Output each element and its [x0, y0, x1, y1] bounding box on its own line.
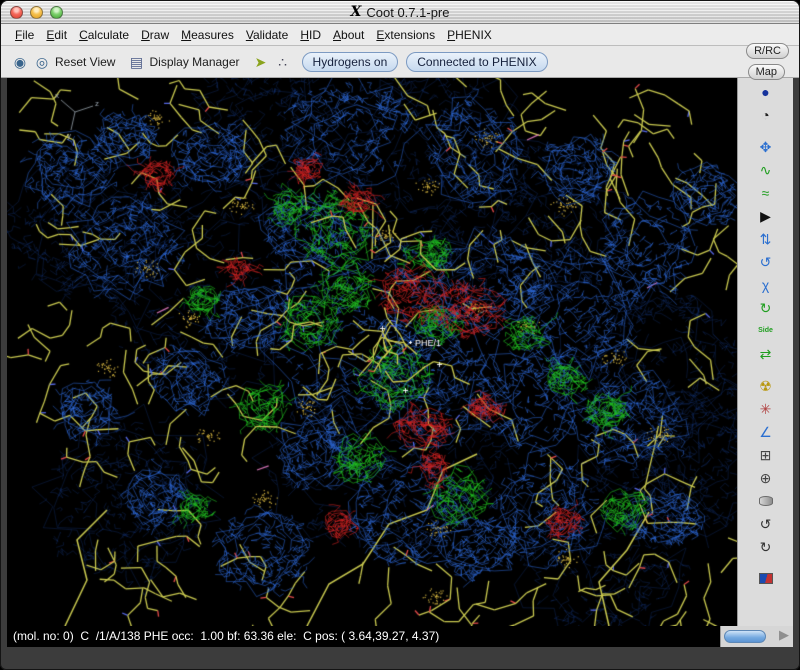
status-bar: (mol. no: 0) C /1/A/138 PHE occ: 1.00 bf… [7, 626, 720, 647]
rrc-button[interactable]: R/RC [746, 43, 789, 59]
modelling-toolbar: ●◔✥∿≈▶⇅↺χ↻Side⇄☢✳∠⊞⊕↺↻ [737, 78, 793, 626]
menu-calculate[interactable]: Calculate [73, 26, 135, 44]
menu-draw[interactable]: Draw [135, 26, 175, 44]
menu-file[interactable]: File [9, 26, 40, 44]
rotate-translate-zone-icon[interactable]: ✥ [754, 136, 778, 157]
mutate-residue-icon[interactable]: ✳ [754, 398, 778, 419]
resize-grip[interactable]: ▶ [779, 627, 789, 643]
map-button[interactable]: Map [748, 64, 785, 80]
jed-flip-icon[interactable]: ⇄ [754, 343, 778, 364]
menu-hid[interactable]: HID [294, 26, 327, 44]
reset-view-button[interactable]: Reset View [55, 55, 115, 69]
reset-view-icon[interactable]: ◉ [9, 55, 31, 69]
zoom-button[interactable] [50, 6, 63, 19]
menu-extensions[interactable]: Extensions [370, 26, 441, 44]
menu-edit[interactable]: Edit [40, 26, 73, 44]
horizontal-scrollbar-thumb[interactable] [724, 630, 766, 643]
flip-peptide-icon[interactable]: ⇅ [754, 228, 778, 249]
view-sphere-icon[interactable]: ● [754, 81, 778, 102]
chi-angles-icon[interactable]: χ [754, 274, 778, 295]
go-to-atom-icon[interactable]: ➤ [250, 55, 272, 69]
menu-phenix[interactable]: PHENIX [441, 26, 498, 44]
regularize-zone-icon[interactable]: ≈ [754, 182, 778, 203]
menu-measures[interactable]: Measures [175, 26, 240, 44]
play-icon[interactable]: ▶ [754, 205, 778, 226]
clock-icon[interactable]: ◔ [754, 104, 778, 125]
display-manager-icon[interactable]: ▤ [125, 55, 147, 69]
hydrogens-toggle-button[interactable]: Hydrogens on [302, 52, 399, 72]
menubar: FileEditCalculateDrawMeasuresValidateHID… [1, 24, 799, 46]
window-controls [10, 6, 63, 19]
rotamers-icon[interactable]: ↻ [754, 297, 778, 318]
side-chain-flip-icon[interactable]: Side [754, 320, 778, 341]
add-atom-icon[interactable]: ⊞ [754, 444, 778, 465]
close-button[interactable] [10, 6, 23, 19]
gl-canvas[interactable] [7, 78, 737, 626]
minimize-button[interactable] [30, 6, 43, 19]
delete-item-icon[interactable] [754, 490, 778, 511]
image-icon[interactable] [754, 568, 778, 589]
add-terminal-residue-icon[interactable]: ⊕ [754, 467, 778, 488]
real-space-refine-icon[interactable]: ∿ [754, 159, 778, 180]
toolbar: ◉ ◎ Reset View ▤ Display Manager ➤ ∴ Hyd… [1, 46, 799, 78]
go-to-ligand-icon[interactable]: ∴ [272, 55, 294, 69]
titlebar[interactable]: X Coot 0.7.1-pre [1, 1, 799, 24]
phenix-connection-button[interactable]: Connected to PHENIX [406, 52, 547, 72]
window-title-text: Coot 0.7.1-pre [366, 5, 449, 20]
recentre-view-icon[interactable]: ◎ [31, 55, 53, 69]
sphere-refine-icon[interactable]: ☢ [754, 375, 778, 396]
undo-icon[interactable]: ↺ [754, 513, 778, 534]
coot-window: X Coot 0.7.1-pre FileEditCalculateDrawMe… [0, 0, 800, 670]
torsion-general-icon[interactable]: ∠ [754, 421, 778, 442]
x11-icon: X [351, 4, 362, 20]
display-manager-button[interactable]: Display Manager [149, 55, 239, 69]
menu-about[interactable]: About [327, 26, 370, 44]
window-title: X Coot 0.7.1-pre [1, 1, 799, 23]
menu-validate[interactable]: Validate [240, 26, 295, 44]
redo-icon[interactable]: ↻ [754, 536, 778, 557]
bottom-right-corner: ▶ [720, 626, 793, 647]
auto-fit-rotamer-icon[interactable]: ↺ [754, 251, 778, 272]
